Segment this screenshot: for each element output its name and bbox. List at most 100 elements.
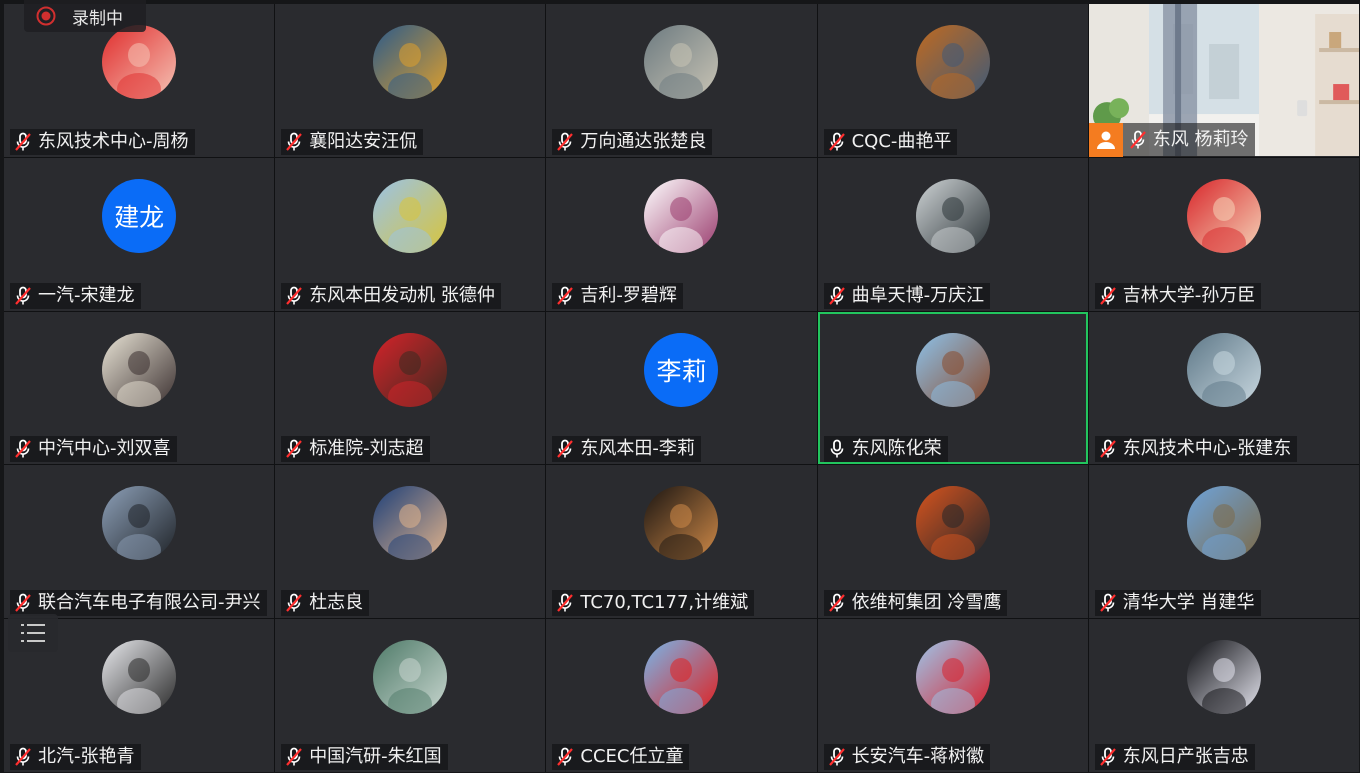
participant-tile[interactable]: 中汽中心-刘双喜 xyxy=(4,311,275,465)
name-bar: 东风技术中心-张建东 xyxy=(1094,436,1298,463)
participant-name: TC70,TC177,计维斌 xyxy=(580,592,749,614)
participant-name: 东风技术中心-张建东 xyxy=(1122,438,1292,460)
name-bar: 万向通达张楚良 xyxy=(552,128,713,155)
avatar xyxy=(373,178,448,253)
video-grid: 东风技术中心-周杨 襄阳达安汪侃 万向通达张楚良 CQC-曲艳平 东风 杨莉玲建龙 一汽-… xyxy=(4,4,1359,772)
mic-muted-icon xyxy=(1129,130,1146,149)
participant-tile[interactable]: 襄阳达安汪侃 xyxy=(275,4,546,157)
avatar xyxy=(1186,178,1261,253)
mic-muted-icon xyxy=(557,747,574,766)
name-bar: 北汽-张艳青 xyxy=(10,744,141,770)
mic-muted-icon xyxy=(286,747,303,766)
participant-name: 杜志良 xyxy=(309,592,364,614)
name-bar: 长安汽车-蒋树徽 xyxy=(823,744,991,770)
participant-tile[interactable]: 联合汽车电子有限公司-尹兴 xyxy=(4,465,275,619)
mic-muted-icon xyxy=(15,286,31,305)
avatar xyxy=(1186,640,1261,715)
avatar xyxy=(102,332,177,407)
name-bar: 东风陈化荣 xyxy=(823,436,948,463)
mic-muted-icon xyxy=(828,593,845,612)
participant-list-button[interactable] xyxy=(8,614,58,652)
mic-muted-icon xyxy=(286,439,303,459)
avatar xyxy=(915,178,990,253)
avatar xyxy=(1186,332,1261,407)
recording-label: 录制中 xyxy=(72,8,123,29)
participant-name: 长安汽车-蒋树徽 xyxy=(851,746,985,767)
name-bar: 东风技术中心-周杨 xyxy=(10,128,195,155)
participant-name: 曲阜天博-万庆江 xyxy=(851,284,985,306)
mic-muted-icon xyxy=(557,593,574,612)
participant-name: 东风日产张吉忠 xyxy=(1122,746,1249,767)
participant-name: 襄阳达安汪侃 xyxy=(309,130,418,152)
participant-tile[interactable]: 标准院-刘志超 xyxy=(275,311,546,465)
mic-muted-icon xyxy=(557,286,574,305)
participant-tile[interactable]: 中国汽研-朱红国 xyxy=(275,619,546,772)
mic-on-icon xyxy=(830,439,843,458)
name-bar: TC70,TC177,计维斌 xyxy=(552,590,755,617)
participant-tile[interactable]: TC70,TC177,计维斌 xyxy=(546,465,817,619)
host-badge xyxy=(1088,122,1123,157)
participant-tile[interactable]: 东风 杨莉玲 xyxy=(1088,4,1359,157)
participant-tile[interactable]: 建龙 一汽-宋建龙 xyxy=(4,157,275,311)
name-bar: 一汽-宋建龙 xyxy=(10,282,141,309)
record-icon xyxy=(36,6,56,26)
recording-indicator[interactable]: 录制中 xyxy=(24,0,146,32)
participant-tile[interactable]: 东风陈化荣 xyxy=(817,311,1088,465)
participant-name: 清华大学 肖建华 xyxy=(1122,592,1255,614)
participant-tile[interactable]: 东风技术中心-张建东 xyxy=(1088,311,1359,465)
participant-name: 东风本田-李莉 xyxy=(580,438,695,460)
participant-name: 一汽-宋建龙 xyxy=(38,284,135,306)
mic-muted-icon xyxy=(15,593,31,612)
participant-name: 吉林大学-孙万臣 xyxy=(1122,284,1256,306)
name-bar: 东风日产张吉忠 xyxy=(1094,744,1255,770)
participant-name: 东风陈化荣 xyxy=(851,438,942,460)
name-bar: 吉利-罗碧辉 xyxy=(552,282,683,309)
name-bar: 依维柯集团 冷雪鹰 xyxy=(823,590,1008,617)
participant-tile[interactable]: 清华大学 肖建华 xyxy=(1088,465,1359,619)
participant-tile[interactable]: 东风日产张吉忠 xyxy=(1088,619,1359,772)
participant-tile[interactable]: CQC-曲艳平 xyxy=(817,4,1088,157)
mic-muted-icon xyxy=(1099,286,1116,305)
name-bar: 清华大学 肖建华 xyxy=(1094,590,1261,617)
participant-name: CQC-曲艳平 xyxy=(851,130,952,152)
participant-name: 中国汽研-朱红国 xyxy=(309,746,442,767)
participant-tile[interactable]: 依维柯集团 冷雪鹰 xyxy=(817,465,1088,619)
name-bar: 东风本田-李莉 xyxy=(552,436,701,463)
name-bar: CQC-曲艳平 xyxy=(823,128,958,155)
participant-name: 标准院-刘志超 xyxy=(309,438,424,460)
mic-muted-icon xyxy=(828,747,845,766)
participant-name: 联合汽车电子有限公司-尹兴 xyxy=(38,592,261,614)
participant-tile[interactable]: 李莉 东风本田-李莉 xyxy=(546,311,817,465)
mic-muted-icon xyxy=(828,286,845,305)
mic-muted-icon xyxy=(15,747,31,766)
participant-name: 中汽中心-刘双喜 xyxy=(38,438,171,460)
participant-tile[interactable]: 万向通达张楚良 xyxy=(546,4,817,157)
avatar xyxy=(102,640,177,715)
name-bar: CCEC任立童 xyxy=(552,744,690,770)
avatar xyxy=(915,25,990,99)
mic-muted-icon xyxy=(557,439,574,459)
participant-name: 万向通达张楚良 xyxy=(580,130,707,152)
participant-tile[interactable]: 东风本田发动机 张德仲 xyxy=(275,157,546,311)
participant-name: CCEC任立童 xyxy=(580,746,684,767)
mic-muted-icon xyxy=(15,132,31,151)
avatar xyxy=(373,25,448,99)
participant-tile[interactable]: 曲阜天博-万庆江 xyxy=(817,157,1088,311)
participant-tile[interactable]: CCEC任立童 xyxy=(546,619,817,772)
avatar xyxy=(915,640,990,715)
mic-muted-icon xyxy=(286,593,303,612)
participant-tile[interactable]: 吉利-罗碧辉 xyxy=(546,157,817,311)
participant-name: 东风本田发动机 张德仲 xyxy=(309,284,495,306)
participant-name: 吉利-罗碧辉 xyxy=(580,284,677,306)
avatar xyxy=(102,486,177,561)
mic-muted-icon xyxy=(1099,747,1116,766)
avatar xyxy=(915,332,990,407)
name-bar: 中汽中心-刘双喜 xyxy=(10,436,177,463)
avatar xyxy=(373,640,448,715)
name-bar: 中国汽研-朱红国 xyxy=(281,744,448,770)
participant-name: 东风技术中心-周杨 xyxy=(38,130,189,152)
participant-tile[interactable]: 杜志良 xyxy=(275,465,546,619)
avatar xyxy=(373,486,448,561)
participant-tile[interactable]: 吉林大学-孙万臣 xyxy=(1088,157,1359,311)
participant-tile[interactable]: 长安汽车-蒋树徽 xyxy=(817,619,1088,772)
